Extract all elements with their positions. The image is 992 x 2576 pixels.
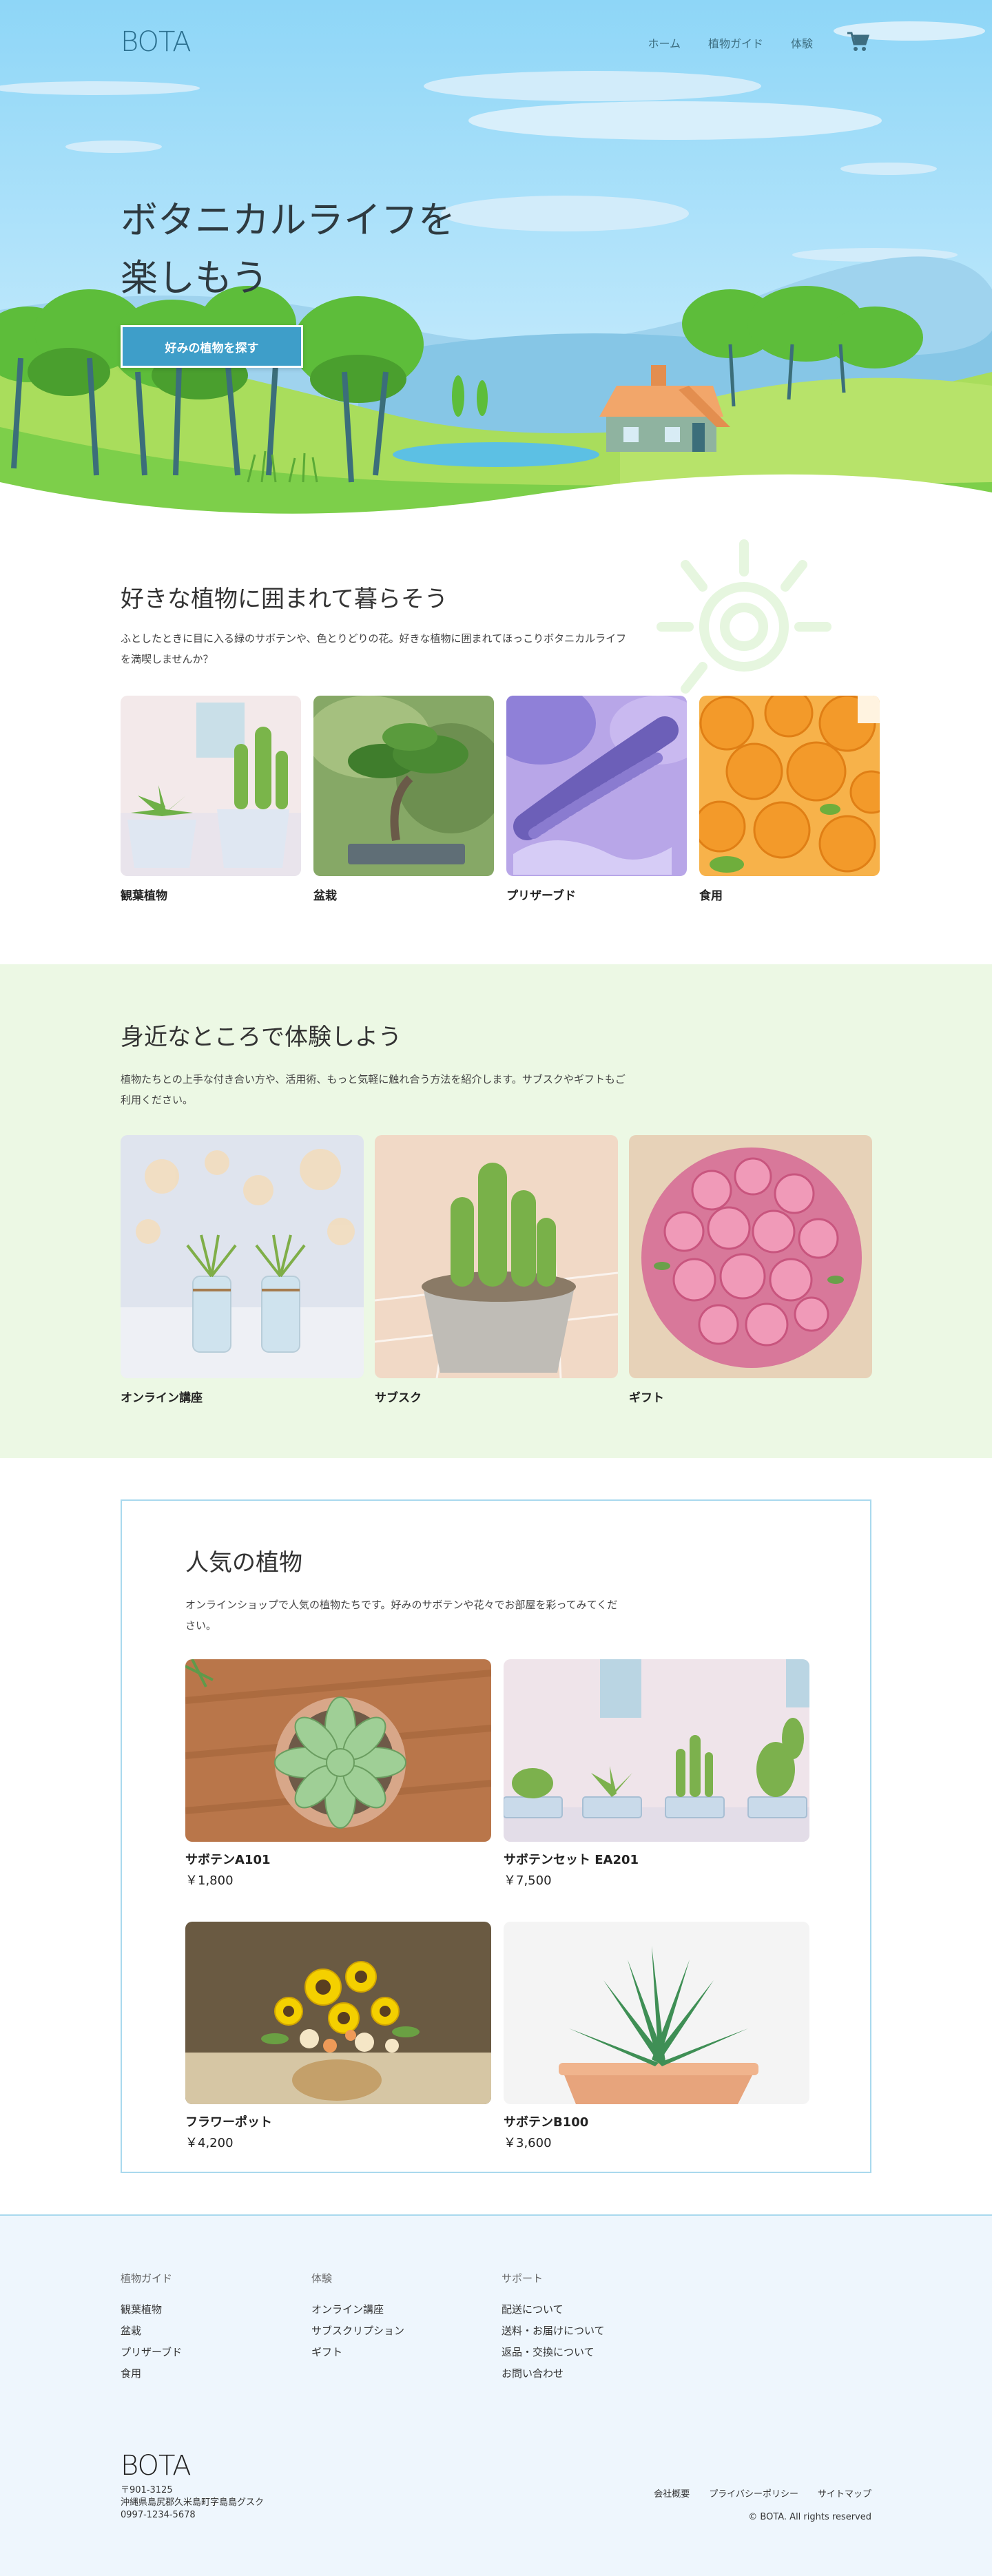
experience-label: オンライン講座 — [121, 1391, 203, 1405]
section-plants: 好きな植物に囲まれて暮らそう ふとしたときに目に入る緑のサボテンや、色とりどりの… — [0, 523, 992, 964]
product-price: ￥3,600 — [504, 2136, 552, 2150]
product-grid: サボテンA101 ￥1,800 サボテンセット EA201 ￥7,500 フラワ… — [185, 1659, 809, 2151]
product-image-cactus-set-ea201 — [504, 1659, 809, 1842]
product-price: ￥1,800 — [185, 1873, 234, 1888]
nav-link-experience[interactable]: 体験 — [791, 34, 813, 51]
category-card-bonsai[interactable]: 盆栽 — [313, 696, 494, 903]
section-title: 好きな植物に囲まれて暮らそう — [121, 585, 448, 613]
footer-link[interactable]: 盆栽 — [121, 2320, 182, 2342]
section-description: オンラインショップで人気の植物たちです。好みのサボテンや花々でお部屋を彩ってみて… — [185, 1599, 618, 1632]
edible-flowers-image — [699, 696, 880, 876]
category-card-edible[interactable]: 食用 — [699, 696, 880, 903]
sun-decoration-icon — [657, 539, 831, 694]
nav-link-plant-guide[interactable]: 植物ガイド — [708, 34, 763, 51]
phone-number: 0997-1234-5678 — [121, 2510, 196, 2520]
experience-card-online-course[interactable]: オンライン講座 — [121, 1135, 364, 1405]
product-image-cactus-b100 — [504, 1922, 809, 2104]
hero-title: ボタニカルライフを 楽しもう — [121, 191, 455, 307]
experience-label: サブスク — [375, 1391, 422, 1405]
footer-link[interactable]: 配送について — [502, 2299, 605, 2320]
street-address: 沖縄県島尻郡久米島町字島島グスク — [121, 2497, 265, 2508]
product-name: サボテンセット EA201 — [504, 1853, 639, 1867]
site-footer: 植物ガイド 観葉植物 盆栽 プリザーブド 食用 体験 オンライン講座 サブスクリ… — [0, 2214, 992, 2576]
category-label: プリザーブド — [506, 889, 576, 903]
category-label: 食用 — [699, 889, 723, 903]
footer-link[interactable]: オンライン講座 — [311, 2299, 404, 2320]
site-header: BOTA ホーム 植物ガイド 体験 — [0, 0, 992, 83]
footer-logo[interactable]: BOTA — [121, 2450, 192, 2482]
footer-link[interactable]: 返品・交換について — [502, 2342, 605, 2363]
footer-column-plant-guide: 植物ガイド 観葉植物 盆栽 プリザーブド 食用 — [121, 2271, 182, 2385]
postal-code: 〒901-3125 — [121, 2485, 173, 2495]
gift-bouquet-image — [629, 1135, 872, 1378]
foliage-image — [121, 696, 301, 876]
main-nav: ホーム 植物ガイド 体験 — [648, 34, 813, 51]
product-price: ￥4,200 — [185, 2136, 234, 2150]
footer-address: 〒901-3125 沖縄県島尻郡久米島町字島島グスク 0997-1234-567… — [121, 2484, 264, 2522]
product-image-cactus-a101 — [185, 1659, 491, 1842]
nav-link-home[interactable]: ホーム — [648, 34, 681, 51]
section-popular: 人気の植物 オンラインショップで人気の植物たちです。好みのサボテンや花々でお部屋… — [0, 1458, 992, 2216]
category-label: 観葉植物 — [121, 889, 167, 903]
product-name: フラワーポット — [185, 2115, 272, 2130]
product-card[interactable]: フラワーポット ￥4,200 — [185, 1922, 491, 2151]
section-title: 身近なところで体験しよう — [121, 1024, 402, 1051]
product-card[interactable]: サボテンセット EA201 ￥7,500 — [504, 1659, 809, 1889]
section-description: 植物たちとの上手な付き合い方や、活用術、もっと気軽に触れ合う方法を紹介します。サ… — [121, 1073, 626, 1106]
cart-icon[interactable] — [846, 30, 869, 52]
category-card-preserved[interactable]: プリザーブド — [506, 696, 687, 903]
footer-link-sitemap[interactable]: サイトマップ — [818, 2486, 871, 2500]
footer-link[interactable]: ギフト — [311, 2342, 404, 2363]
online-course-image — [121, 1135, 364, 1378]
footer-bottom-links: 会社概要 プライバシーポリシー サイトマップ — [654, 2486, 871, 2500]
footer-column-heading: 植物ガイド — [121, 2272, 173, 2285]
category-card-foliage[interactable]: 観葉植物 — [121, 696, 301, 903]
find-plants-button[interactable]: 好みの植物を探す — [121, 325, 303, 368]
footer-link[interactable]: お問い合わせ — [502, 2363, 605, 2385]
footer-link-company[interactable]: 会社概要 — [654, 2486, 690, 2500]
popular-plants-box: 人気の植物 オンラインショップで人気の植物たちです。好みのサボテンや花々でお部屋… — [121, 1499, 871, 2173]
experience-label: ギフト — [629, 1391, 664, 1405]
product-image-flower-pot — [185, 1922, 491, 2104]
product-name: サボテンB100 — [504, 2115, 589, 2130]
hero-title-line1: ボタニカルライフを — [121, 198, 455, 242]
hero-title-line2: 楽しもう — [121, 256, 269, 300]
logo[interactable]: BOTA — [121, 26, 192, 58]
copyright: © BOTA. All rights reserved — [748, 2512, 871, 2522]
experience-card-gift[interactable]: ギフト — [629, 1135, 872, 1405]
section-title: 人気の植物 — [185, 1549, 302, 1577]
footer-link-privacy[interactable]: プライバシーポリシー — [709, 2486, 798, 2500]
footer-column-heading: サポート — [502, 2272, 544, 2285]
footer-column-experience: 体験 オンライン講座 サブスクリプション ギフト — [311, 2271, 404, 2363]
product-card[interactable]: サボテンA101 ￥1,800 — [185, 1659, 491, 1889]
subscription-image — [375, 1135, 618, 1378]
category-label: 盆栽 — [313, 889, 337, 903]
product-name: サボテンA101 — [185, 1853, 271, 1867]
section-experience: 身近なところで体験しよう 植物たちとの上手な付き合い方や、活用術、もっと気軽に触… — [0, 964, 992, 1458]
hero: BOTA ホーム 植物ガイド 体験 ボタニカルライフを 楽しもう 好みの植物を探… — [0, 0, 992, 523]
footer-link[interactable]: プリザーブド — [121, 2342, 182, 2363]
bonsai-image — [313, 696, 494, 876]
footer-link[interactable]: 食用 — [121, 2363, 182, 2385]
footer-link[interactable]: サブスクリプション — [311, 2320, 404, 2342]
preserved-image — [506, 696, 687, 876]
plant-category-grid: 観葉植物 盆栽 プリザーブド 食用 — [121, 696, 880, 903]
footer-column-heading: 体験 — [311, 2272, 333, 2285]
section-description: ふとしたときに目に入る緑のサボテンや、色とりどりの花。好きな植物に囲まれてほっこ… — [121, 632, 627, 665]
experience-grid: オンライン講座 サブスク ギフト — [121, 1135, 872, 1405]
footer-link[interactable]: 送料・お届けについて — [502, 2320, 605, 2342]
experience-card-subscription[interactable]: サブスク — [375, 1135, 618, 1405]
product-price: ￥7,500 — [504, 1873, 552, 1888]
product-card[interactable]: サボテンB100 ￥3,600 — [504, 1922, 809, 2151]
footer-column-support: サポート 配送について 送料・お届けについて 返品・交換について お問い合わせ — [502, 2271, 605, 2385]
footer-link[interactable]: 観葉植物 — [121, 2299, 182, 2320]
